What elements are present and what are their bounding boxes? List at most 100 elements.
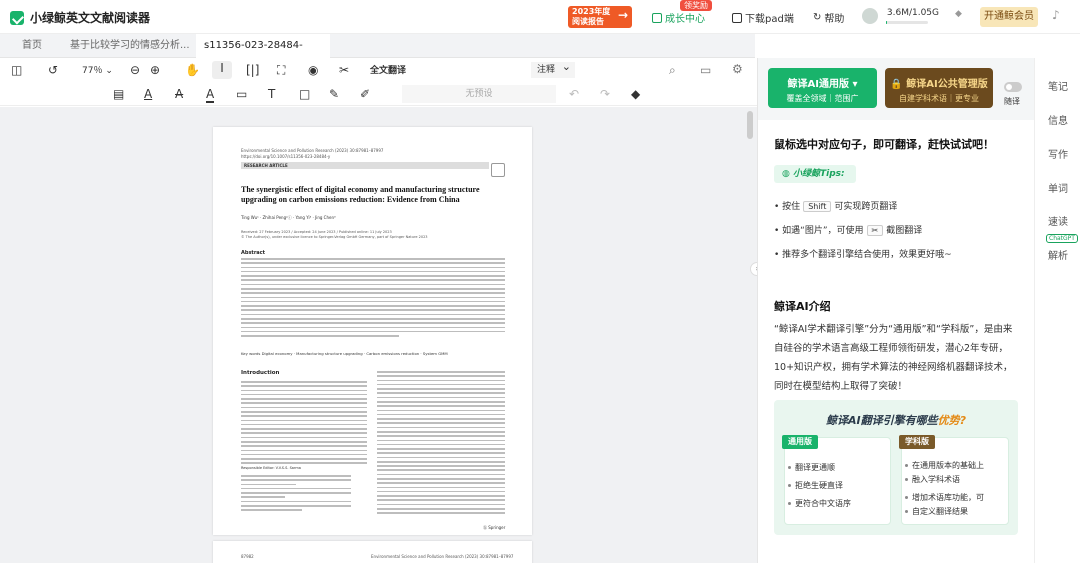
paper-authors: Ting Wu¹ · Zhihai Peng²ⓘ · Yang Yi³ · Ji… [241, 215, 336, 220]
headset-icon: ↻ [813, 12, 822, 23]
member-button[interactable]: 开通鲸会员 [980, 7, 1038, 27]
zoom-value: 77％ [82, 66, 103, 76]
translate-panel: 鲸译AI通用版 ▾ 覆盖全领域｜范围广 🔒 鲸译AI公共管理版 自建学科术语｜更… [757, 58, 1035, 563]
chat-icon: ◍ [782, 169, 793, 179]
subject-item: 增加术语库功能，可 [905, 493, 984, 502]
tip-screenshot: • 如遇“图片”，可使用 ✂ 截图翻译 [774, 225, 923, 236]
subject-tag: 学科版 [899, 435, 935, 449]
advantage-banner: 鲸译AI翻译引擎有哪些优势? 通用版 翻译更通顺 拒绝生硬直译 更符合中文语序 … [774, 400, 1018, 535]
tab-doc-active[interactable]: s11356-023-28484-y× [196, 34, 330, 75]
engine-pro-button[interactable]: 🔒 鲸译AI公共管理版 自建学科术语｜更专业 [885, 68, 993, 108]
rail-words[interactable]: 单词 [1035, 180, 1080, 195]
app-window: 小绿鲸英文文献阅读器 2023年度 阅读报告 → 领奖励 成长中心 下载pad端… [0, 0, 1080, 563]
search-icon[interactable]: ⌕ [669, 63, 676, 77]
engine-pro-title: 🔒 鲸译AI公共管理版 [890, 79, 988, 90]
toggle-label: 随译 [1004, 97, 1020, 106]
zoom-out-icon[interactable]: ⊖ [130, 63, 140, 77]
bell-icon[interactable]: ♪ [1052, 8, 1060, 22]
text-select-icon[interactable]: I [212, 61, 232, 79]
download-pad-button[interactable]: 下载pad端 [732, 10, 794, 25]
annotation-toolbar: ▤ A A A ▭ T □ ✎ ✐ 无预设 ↶ ↷ ◆ [0, 82, 757, 106]
general-item: 更符合中文语序 [788, 499, 851, 508]
help-button[interactable]: ↻ 帮助 [813, 10, 844, 25]
affiliations [241, 475, 351, 514]
page-number: 87982 [241, 554, 254, 559]
zoom-select[interactable]: 77％ ⌄ [82, 64, 113, 78]
text-highlight-icon[interactable]: ▤ [113, 87, 124, 101]
page-fit-icon[interactable]: [|] [246, 63, 259, 77]
document-viewer[interactable]: Environmental Science and Pollution Rese… [0, 107, 757, 563]
rail-write[interactable]: 写作 [1035, 146, 1080, 161]
annual-report-button[interactable]: 2023年度 阅读报告 → [568, 6, 632, 28]
tip-shift: • 按住 Shift 可实现跨页翻译 [774, 201, 898, 212]
comment-icon[interactable]: ▭ [700, 63, 711, 77]
engine-general-button[interactable]: 鲸译AI通用版 ▾ 覆盖全领域｜范围广 [768, 68, 877, 108]
banner-title: 鲸译AI翻译引擎有哪些优势? [774, 412, 1018, 428]
subject-box: 学科版 在通用版本的基础上 融入学科术语 增加术语库功能，可 自定义翻译结果 [899, 435, 1009, 525]
underline-icon[interactable]: A [144, 87, 152, 101]
pdf-page-1[interactable]: Environmental Science and Pollution Rese… [213, 127, 532, 535]
rectangle-icon[interactable]: □ [299, 87, 310, 101]
general-box: 通用版 翻译更通顺 拒绝生硬直译 更符合中文语序 [782, 435, 891, 525]
intro-column-right [377, 371, 505, 517]
intro-title: 鲸译AI介绍 [774, 300, 831, 313]
scissors-icon[interactable]: ✂ [339, 63, 349, 77]
gear-icon[interactable]: ⚙ [732, 62, 743, 76]
redo-icon[interactable]: ↷ [600, 87, 610, 101]
springer-logo: Ⓢ Springer [483, 525, 506, 530]
shift-key: Shift [803, 201, 832, 212]
zoom-in-icon[interactable]: ⊕ [150, 63, 160, 77]
app-logo: 小绿鲸英文文献阅读器 [10, 9, 150, 26]
rail-info[interactable]: 信息 [1035, 112, 1080, 127]
check-updates-icon [491, 163, 505, 177]
doc-scrollbar[interactable] [747, 111, 753, 139]
annotation-select[interactable]: 注释 [531, 59, 575, 78]
whale-logo-icon [10, 10, 24, 25]
rail-analysis[interactable]: 解析 [1035, 247, 1080, 262]
tip-engines: • 推荐多个翻译引擎结合使用，效果更好哦~ [774, 250, 952, 260]
panel-heading: 鼠标选中对应句子，即可翻译，赶快试试吧！ [774, 138, 994, 151]
general-item: 翻译更通顺 [788, 463, 835, 472]
translate-card: 鼠标选中对应句子，即可翻译，赶快试试吧！ ◍ 小绿鲸Tips: • 按住 Shif… [758, 120, 1035, 563]
article-tag: RESEARCH ARTICLE [241, 162, 489, 169]
doi-line: https://doi.org/10.1007/s11356-023-28484… [241, 154, 331, 159]
subject-item-cont: 融入学科术语 [905, 475, 960, 484]
pen-icon[interactable]: ✎ [329, 87, 339, 101]
preset-select[interactable]: 无预设 [402, 85, 556, 103]
sidebar-toggle-icon[interactable]: ◫ [11, 63, 22, 77]
tip2-b: 截图翻译 [886, 226, 923, 236]
intro-heading: Introduction [241, 370, 280, 376]
tips-badge: ◍ 小绿鲸Tips: [774, 165, 856, 183]
growth-center-button[interactable]: 成长中心 [652, 10, 705, 25]
storage-indicator[interactable]: 3.6M/1.05G [862, 8, 939, 24]
storage-text: 3.6M/1.05G [886, 8, 939, 18]
rotate-icon[interactable]: ↺ [48, 63, 58, 77]
tablet-icon [732, 12, 742, 23]
strikethrough-icon[interactable]: A [175, 87, 183, 101]
right-rail: 笔记 信息 写作 单词 速读 ChatGPT 解析 [1034, 58, 1080, 563]
eye-icon[interactable]: ◉ [308, 63, 318, 77]
tab-doc-sentiment[interactable]: 基于比较学习的情感分析...× [62, 34, 216, 58]
engine-general-title: 鲸译AI通用版 ▾ [787, 79, 858, 90]
pdf-page-2[interactable]: 87982 Environmental Science and Pollutio… [213, 541, 532, 563]
fullscreen-icon[interactable]: ⛶ [277, 63, 285, 77]
note-icon[interactable]: ▭ [236, 87, 247, 101]
full-translate-button[interactable]: 全文翻译 [370, 64, 406, 78]
text-box-icon[interactable]: T [268, 87, 275, 101]
rail-notes[interactable]: 笔记 [1035, 78, 1080, 93]
tip1-a: 按住 [782, 202, 801, 212]
growth-icon [652, 12, 662, 23]
wavy-underline-icon[interactable]: A [206, 87, 215, 103]
eraser-icon[interactable]: ◆ [631, 87, 640, 101]
undo-icon[interactable]: ↶ [569, 87, 579, 101]
app-title: 小绿鲸英文文献阅读器 [30, 11, 151, 25]
rail-speed-read[interactable]: 速读 [1035, 213, 1080, 228]
banner-title-b: 优势? [937, 414, 966, 427]
auto-translate-toggle[interactable] [1004, 82, 1022, 92]
tab-home[interactable]: 首页 [14, 34, 50, 58]
arrow-right-icon: → [617, 8, 628, 22]
hand-tool-icon[interactable]: ✋ [185, 63, 200, 77]
journal-header-2: Environmental Science and Pollution Rese… [371, 554, 514, 559]
highlighter-icon[interactable]: ✐ [360, 87, 370, 101]
diamond-icon: ◆ [955, 9, 962, 19]
